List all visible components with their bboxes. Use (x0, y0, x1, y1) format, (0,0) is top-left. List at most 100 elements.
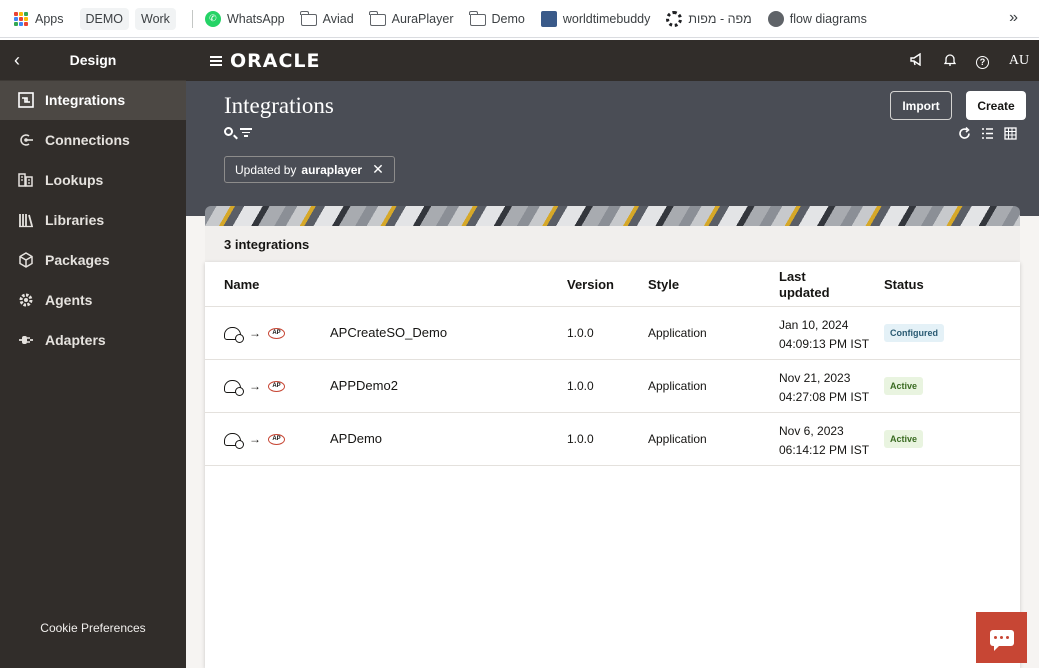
chat-button[interactable] (976, 612, 1027, 663)
bookmark-label: Aviad (322, 11, 354, 26)
bookmark-work[interactable]: Work (135, 7, 176, 30)
bookmark-label: flow diagrams (789, 11, 867, 26)
page-header: Integrations Import Create Updated by au… (186, 81, 1039, 216)
bookmark-separator (191, 9, 193, 28)
column-header-status[interactable]: Status (884, 277, 924, 292)
search-icon[interactable] (224, 127, 233, 136)
ap-adapter-icon: AP (268, 380, 285, 392)
status-badge: Active (884, 377, 924, 395)
libraries-icon (17, 211, 35, 229)
filter-chip-value: auraplayer (301, 162, 363, 177)
integration-pattern: → AP (224, 379, 285, 396)
notifications-bell-icon[interactable] (933, 53, 966, 69)
integration-style: Application (648, 432, 707, 446)
bookmark-apps[interactable]: Apps (14, 8, 64, 30)
clear-filter-icon[interactable]: ✕ (372, 161, 384, 178)
bookmark-flow-diagrams[interactable]: flow diagrams (767, 8, 867, 30)
help-icon[interactable]: ? (966, 53, 999, 69)
back-chevron-icon[interactable]: ‹ (14, 50, 20, 71)
bookmarks-bar: Apps DEMO Work ✆ WhatsApp Aviad AuraPlay… (0, 0, 1039, 38)
sidebar-item-packages[interactable]: Packages (0, 240, 186, 280)
column-header-style[interactable]: Style (648, 277, 679, 292)
sidebar-item-lookups[interactable]: Lookups (0, 160, 186, 200)
sidebar-item-label: Libraries (45, 212, 105, 228)
sidebar-item-label: Integrations (45, 92, 126, 108)
sidebar-item-integrations[interactable]: Integrations (0, 80, 186, 120)
column-header-last-updated[interactable]: Last updated (779, 269, 830, 301)
bookmark-maps[interactable]: מפה - מפות (666, 8, 752, 30)
bookmark-auraplayer[interactable]: AuraPlayer (369, 8, 454, 30)
column-header-name[interactable]: Name (224, 277, 259, 292)
bookmarks-overflow-icon[interactable]: » (1009, 9, 1018, 27)
integration-name[interactable]: APCreateSO_Demo (330, 325, 447, 340)
header-line: updated (779, 285, 830, 300)
gear-icon (666, 10, 683, 27)
list-view-icon[interactable] (981, 127, 994, 143)
sidebar-item-label: Adapters (45, 332, 106, 348)
sidebar: ‹ Design Integrations Connections Lookup… (0, 40, 186, 668)
sidebar-item-label: Lookups (45, 172, 104, 188)
integration-name[interactable]: APDemo (330, 431, 382, 446)
sidebar-item-connections[interactable]: Connections (0, 120, 186, 160)
grid-view-icon[interactable] (1004, 127, 1017, 143)
bookmark-label: Demo (491, 11, 525, 26)
folder-icon (369, 10, 386, 26)
adapters-icon (17, 331, 35, 349)
folder-icon (300, 10, 317, 26)
import-button[interactable]: Import (890, 91, 952, 120)
date: Jan 10, 2024 (779, 318, 849, 332)
view-options (958, 126, 1017, 143)
integration-style: Application (648, 379, 707, 393)
app-header: ORACLE ? AU (186, 40, 1039, 81)
cookie-preferences-link[interactable]: Cookie Preferences (0, 621, 186, 635)
agents-icon (17, 291, 35, 309)
time: 06:14:12 PM IST (779, 443, 870, 457)
bookmark-label: AuraPlayer (391, 11, 454, 26)
cloud-trigger-icon (224, 432, 244, 449)
sidebar-item-agents[interactable]: Agents (0, 280, 186, 320)
filter-icon[interactable] (240, 128, 252, 137)
cloud-trigger-icon (224, 379, 244, 396)
refresh-icon[interactable] (958, 126, 971, 143)
integrations-icon (17, 91, 35, 109)
hamburger-menu-icon[interactable] (210, 55, 222, 66)
whatsapp-icon: ✆ (204, 10, 221, 27)
announcement-icon[interactable] (900, 52, 933, 69)
sidebar-item-label: Connections (45, 132, 130, 148)
column-header-version[interactable]: Version (567, 277, 614, 292)
cloud-trigger-icon (224, 326, 244, 343)
table-row[interactable]: → AP APDemo 1.0.0 Application Nov 6, 202… (205, 413, 1020, 466)
integration-style: Application (648, 326, 707, 340)
table-row[interactable]: → AP APPDemo2 1.0.0 Application Nov 21, … (205, 360, 1020, 413)
chat-icon (989, 629, 1014, 651)
integration-name[interactable]: APPDemo2 (330, 378, 398, 393)
sidebar-header: ‹ Design (0, 40, 186, 81)
packages-icon (17, 251, 35, 269)
connections-icon (17, 131, 35, 149)
bookmark-whatsapp[interactable]: ✆ WhatsApp (204, 8, 285, 30)
integration-version: 1.0.0 (567, 326, 594, 340)
ap-adapter-icon: AP (268, 433, 285, 445)
table-row[interactable]: → AP APCreateSO_Demo 1.0.0 Application J… (205, 307, 1020, 360)
bookmark-aviad[interactable]: Aviad (300, 8, 354, 30)
sidebar-item-adapters[interactable]: Adapters (0, 320, 186, 360)
bookmark-worldtimebuddy[interactable]: worldtimebuddy (540, 8, 650, 30)
bookmark-demo-folder[interactable]: Demo (469, 8, 525, 30)
user-avatar[interactable]: AU (999, 53, 1039, 69)
create-button[interactable]: Create (966, 91, 1026, 120)
integration-last-updated: Jan 10, 2024 04:09:13 PM IST (779, 316, 869, 354)
bookmark-demo[interactable]: DEMO (79, 7, 129, 30)
time: 04:27:08 PM IST (779, 390, 870, 404)
time: 04:09:13 PM IST (779, 337, 870, 351)
bookmark-label: WhatsApp (226, 11, 285, 26)
filter-chip: Updated by auraplayer ✕ (224, 156, 395, 183)
sidebar-title: Design (69, 52, 117, 68)
status-badge: Configured (884, 324, 944, 342)
sidebar-item-libraries[interactable]: Libraries (0, 200, 186, 240)
filter-chip-prefix: Updated by (235, 162, 297, 177)
apps-grid-icon (14, 11, 28, 26)
integration-last-updated: Nov 6, 2023 06:14:12 PM IST (779, 422, 869, 460)
oracle-logo: ORACLE (230, 49, 321, 72)
search-filter-tools (224, 127, 252, 137)
bookmark-label: Apps (35, 11, 64, 26)
